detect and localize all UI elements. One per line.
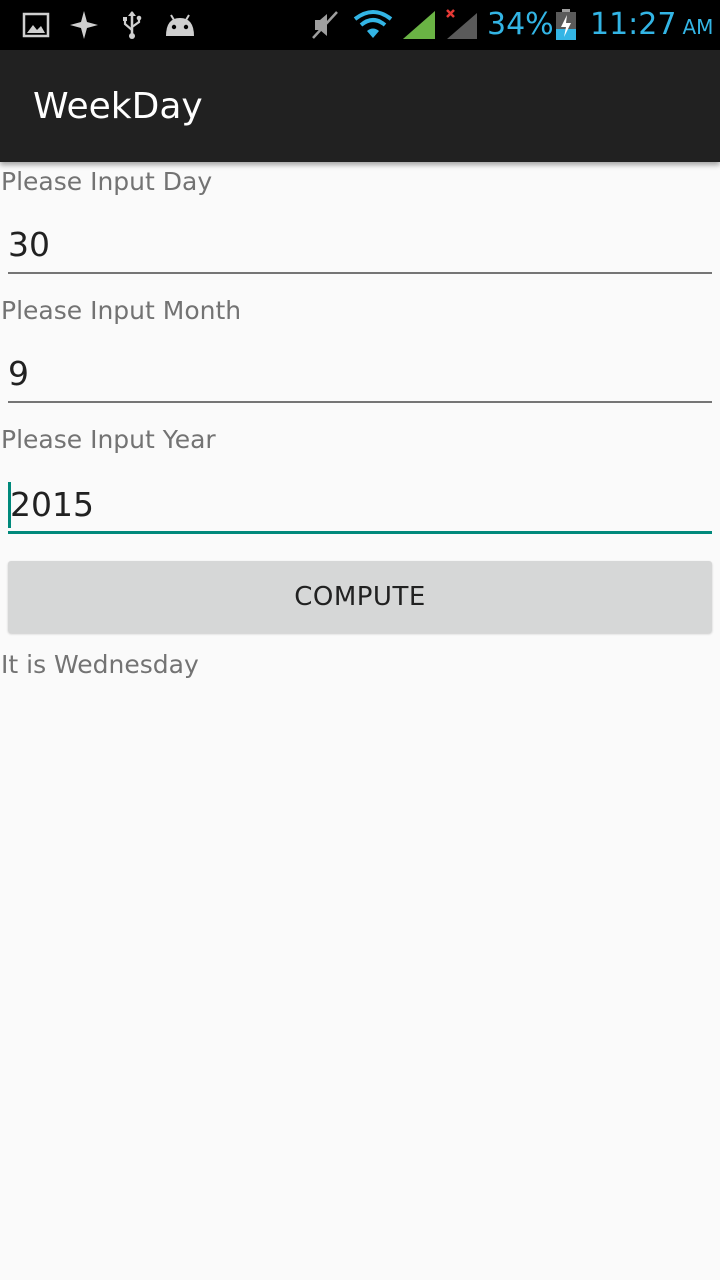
month-input[interactable]: 9 [8, 343, 712, 403]
wifi-icon [352, 9, 394, 41]
mute-icon [310, 9, 340, 41]
year-input-value: 2015 [10, 485, 94, 524]
year-input-underline [8, 531, 712, 534]
clock-ampm: AM [682, 15, 714, 39]
day-label: Please Input Day [1, 167, 213, 196]
day-input-value: 30 [8, 225, 50, 264]
year-label: Please Input Year [1, 425, 216, 454]
action-bar: WeekDay [0, 50, 720, 162]
day-input-underline [8, 272, 712, 274]
clock-time: 11:27 [590, 7, 677, 42]
app-title: WeekDay [33, 86, 203, 127]
month-input-value: 9 [8, 354, 29, 393]
clock: 11:27 AM [590, 5, 713, 47]
year-input[interactable]: 2015 [8, 474, 712, 534]
month-input-underline [8, 401, 712, 403]
result-text: It is Wednesday [1, 650, 199, 679]
battery-charging-icon [554, 9, 578, 41]
gallery-icon [20, 9, 52, 41]
signal-icon [400, 9, 438, 41]
compute-button[interactable]: COMPUTE [8, 561, 712, 633]
signal-no-service-icon [442, 9, 480, 41]
battery-percent: 34% [487, 7, 554, 42]
android-debug-icon [162, 9, 198, 41]
sparkle-icon [68, 9, 100, 41]
month-label: Please Input Month [1, 296, 242, 325]
usb-icon [117, 9, 147, 41]
status-bar: 34% 11:27 AM [0, 0, 720, 50]
day-input[interactable]: 30 [8, 214, 712, 274]
